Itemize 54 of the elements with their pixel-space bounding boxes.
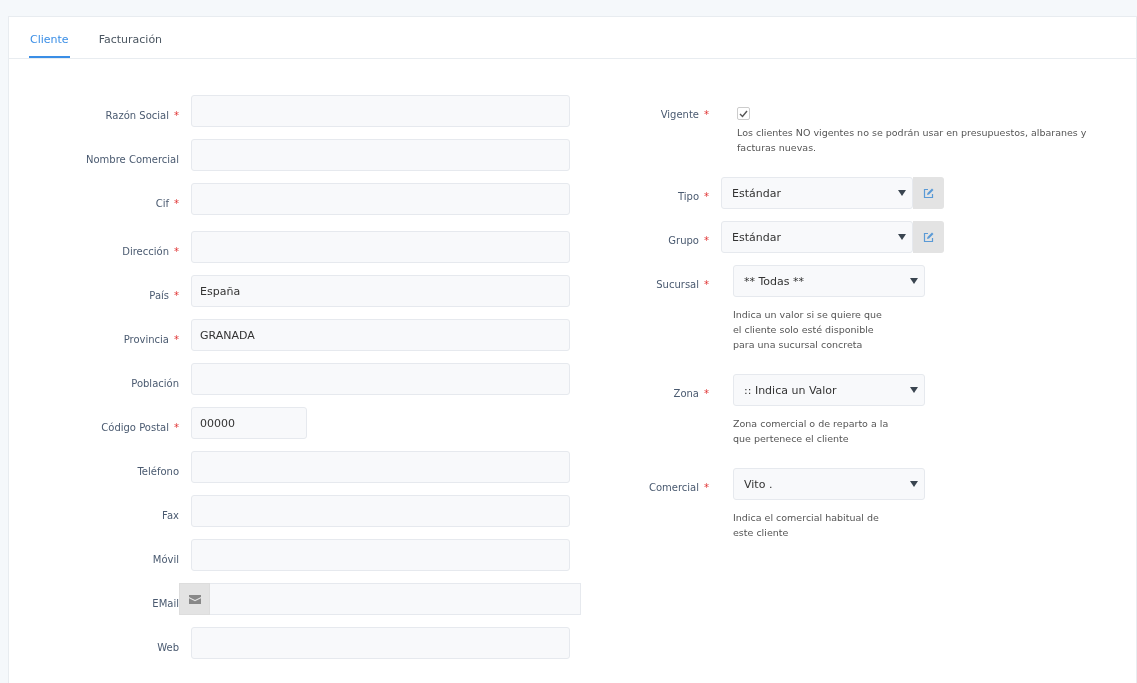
tab[interactable]: Facturación: [97, 33, 164, 58]
field-label: Teléfono: [136, 465, 180, 477]
tab[interactable]: Cliente: [29, 33, 70, 58]
help-text: Indica un valor si se quiere que el cliente solo esté disponible para una sucursal concreta: [733, 308, 883, 352]
field-label: Cif *: [154, 197, 180, 209]
text-field[interactable]: [191, 627, 570, 659]
dropdown[interactable]: Vito .: [733, 468, 925, 500]
field-label: Provincia *: [122, 333, 180, 345]
dropdown[interactable]: ** Todas **: [733, 265, 925, 297]
help-text: Zona comercial o de reparto a la que pertenece el cliente: [733, 417, 890, 446]
text-field[interactable]: [191, 183, 570, 215]
field-label: Móvil: [151, 553, 180, 565]
field-label: Grupo *: [667, 235, 709, 248]
dropdown[interactable]: Estándar: [721, 221, 913, 253]
help-text: Los clientes NO vigentes no se podrán usar en presupuestos, albaranes y facturas nuevas.: [737, 126, 1088, 155]
text-field[interactable]: [191, 495, 570, 527]
field-label: País *: [148, 289, 180, 301]
checkbox[interactable]: [737, 107, 750, 120]
text-field[interactable]: [191, 363, 570, 395]
edit-button[interactable]: [913, 221, 944, 253]
field-label: Fax: [161, 509, 180, 521]
field-label: Nombre Comercial: [85, 153, 180, 165]
field-label: Web: [156, 641, 180, 653]
field-label: Código Postal *: [100, 421, 180, 433]
dropdown[interactable]: :: Indica un Valor: [733, 374, 925, 406]
field-label: Dirección *: [121, 245, 180, 257]
text-field[interactable]: [191, 139, 570, 171]
text-field[interactable]: [191, 231, 570, 263]
field-label: Población: [130, 377, 180, 389]
field-label: Tipo *: [676, 191, 709, 204]
edit-button[interactable]: [913, 177, 944, 209]
field-label: Zona *: [672, 388, 709, 401]
field-label: Razón Social *: [104, 109, 180, 121]
text-field[interactable]: [191, 95, 570, 127]
text-field[interactable]: España: [191, 275, 570, 307]
field-label: Sucursal *: [655, 279, 709, 292]
field-label: EMail: [151, 597, 180, 609]
dropdown[interactable]: Estándar: [721, 177, 913, 209]
caret-icon: [898, 190, 906, 196]
field-label: Vigente *: [659, 109, 709, 122]
caret-icon: [910, 387, 918, 393]
text-field[interactable]: 00000: [191, 407, 307, 439]
caret-icon: [898, 234, 906, 240]
email-field[interactable]: [210, 583, 581, 615]
field-label: Comercial *: [647, 482, 709, 495]
edit-icon: [923, 187, 934, 199]
text-field[interactable]: [191, 451, 570, 483]
text-field[interactable]: [191, 539, 570, 571]
edit-icon: [923, 231, 934, 243]
help-text: Indica el comercial habitual de este cliente: [733, 511, 880, 540]
text-field[interactable]: GRANADA: [191, 319, 570, 351]
caret-icon: [910, 481, 918, 487]
caret-icon: [910, 278, 918, 284]
envelope-icon: [179, 583, 210, 615]
